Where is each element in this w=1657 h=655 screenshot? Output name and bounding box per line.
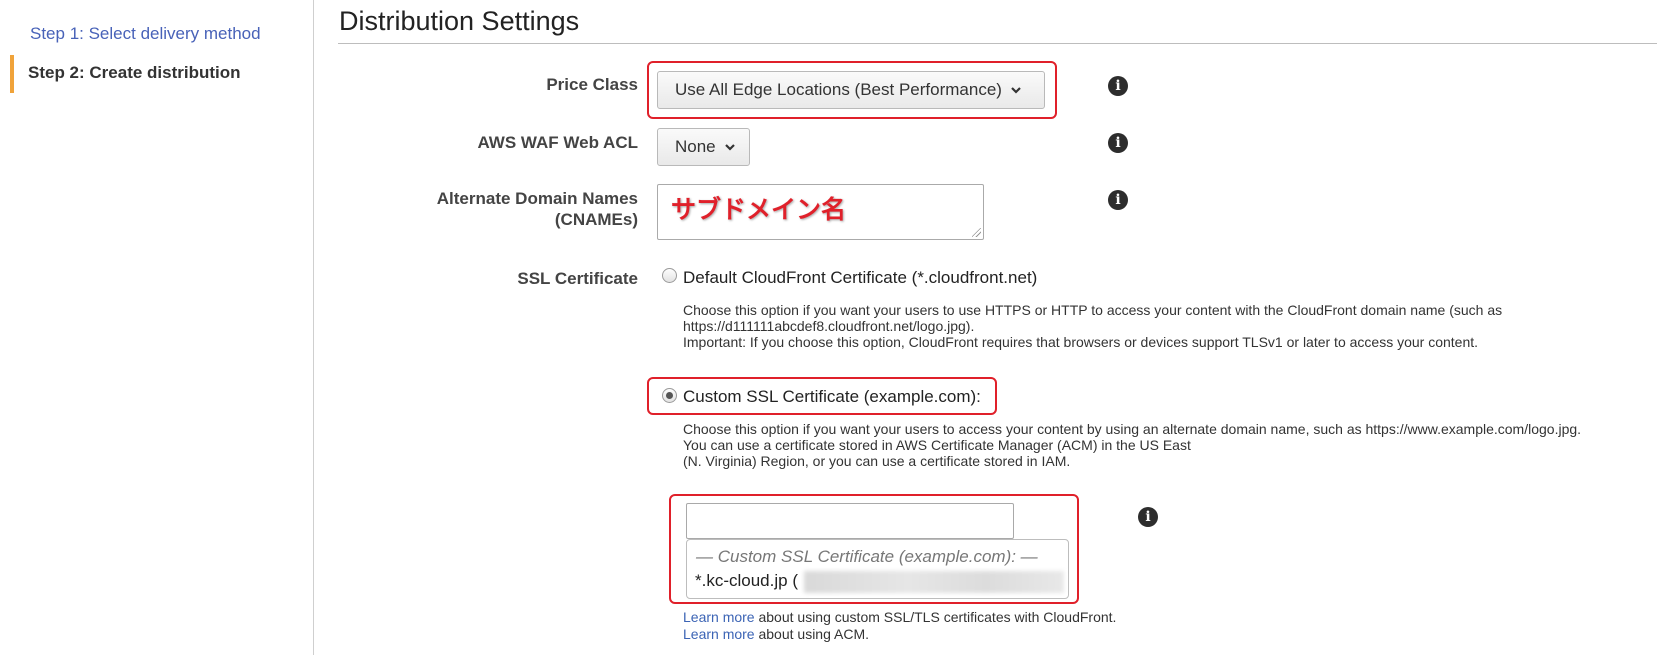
- title-divider: [338, 43, 1657, 44]
- info-icon[interactable]: i: [1108, 76, 1128, 96]
- learn-more-ssl-link[interactable]: Learn more: [683, 609, 755, 625]
- learn-more-acm-text: about using ACM.: [754, 626, 869, 642]
- cnames-label-line2: (CNAMEs): [554, 210, 638, 229]
- default-cert-label[interactable]: Default CloudFront Certificate (*.cloudf…: [683, 268, 1037, 288]
- custom-cert-input[interactable]: [686, 503, 1014, 539]
- ssl-certificate-label: SSL Certificate: [517, 269, 638, 288]
- price-class-select[interactable]: Use All Edge Locations (Best Performance…: [657, 71, 1045, 109]
- waf-select[interactable]: None: [657, 128, 750, 166]
- default-cert-radio[interactable]: [662, 268, 677, 283]
- learn-more-ssl-text: about using custom SSL/TLS certificates …: [754, 609, 1117, 625]
- default-cert-desc-line2: https://d111111abcdef8.cloudfront.net/lo…: [683, 318, 975, 334]
- info-icon[interactable]: i: [1138, 507, 1158, 527]
- custom-cert-desc-line1: Choose this option if you want your user…: [683, 421, 1582, 437]
- custom-cert-desc-line2: You can use a certificate stored in AWS …: [683, 437, 1191, 453]
- step-1-link[interactable]: Step 1: Select delivery method: [30, 24, 261, 44]
- custom-cert-description: Choose this option if you want your user…: [683, 421, 1581, 469]
- waf-label: AWS WAF Web ACL: [477, 133, 638, 152]
- active-step-indicator: [10, 55, 14, 93]
- price-class-label: Price Class: [546, 75, 638, 94]
- price-class-value: Use All Edge Locations (Best Performance…: [675, 80, 1002, 99]
- info-icon[interactable]: i: [1108, 133, 1128, 153]
- custom-cert-radio[interactable]: [662, 388, 677, 403]
- default-cert-description: Choose this option if you want your user…: [683, 302, 1502, 350]
- step-2-current: Step 2: Create distribution: [28, 63, 241, 82]
- learn-more-line-1: Learn more about using custom SSL/TLS ce…: [683, 609, 1116, 625]
- dropdown-option-cert[interactable]: *.kc-cloud.jp (: [695, 571, 798, 591]
- waf-value: None: [675, 137, 716, 156]
- dropdown-group-heading: — Custom SSL Certificate (example.com): …: [696, 547, 1038, 566]
- cnames-annotation: サブドメイン名: [671, 195, 847, 224]
- info-icon[interactable]: i: [1108, 190, 1128, 210]
- default-cert-desc-line3: Important: If you choose this option, Cl…: [683, 334, 1479, 350]
- learn-more-line-2: Learn more about using ACM.: [683, 626, 869, 642]
- cnames-label-line1: Alternate Domain Names: [436, 189, 638, 208]
- chevron-down-icon: [1011, 87, 1021, 94]
- resize-grip-icon[interactable]: [972, 228, 981, 237]
- cnames-label: Alternate Domain Names (CNAMEs): [437, 188, 638, 230]
- default-cert-desc-line1: Choose this option if you want your user…: [683, 302, 1503, 318]
- wizard-sidebar: Step 1: Select delivery method Step 2: C…: [0, 0, 314, 655]
- chevron-down-icon: [724, 144, 735, 151]
- custom-cert-desc-line3: (N. Virginia) Region, or you can use a c…: [683, 453, 1071, 469]
- custom-cert-label[interactable]: Custom SSL Certificate (example.com):: [683, 387, 981, 407]
- page-title: Distribution Settings: [339, 6, 580, 36]
- learn-more-acm-link[interactable]: Learn more: [683, 626, 755, 642]
- cert-dropdown-list: — Custom SSL Certificate (example.com): …: [686, 539, 1069, 599]
- redacted-cert-id: [804, 571, 1064, 593]
